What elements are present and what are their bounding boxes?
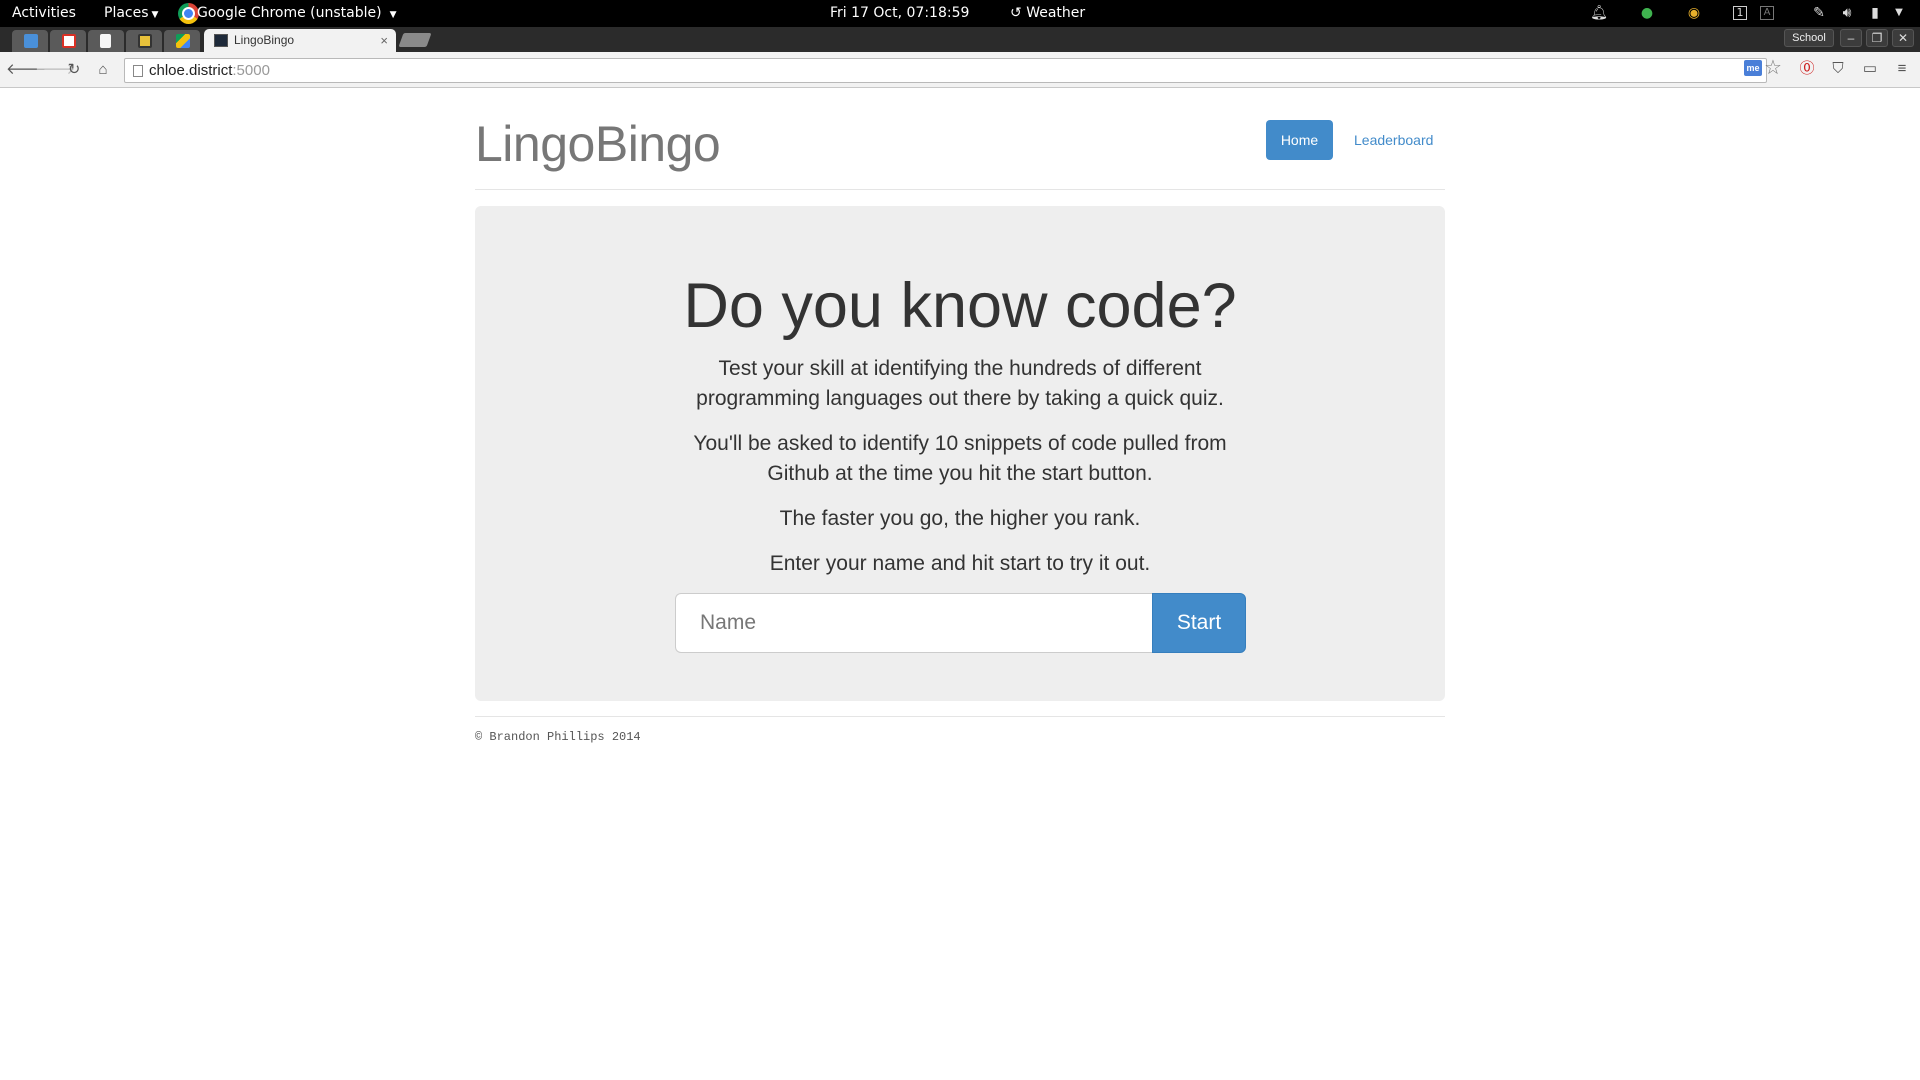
pinned-tab-1[interactable]: [12, 30, 48, 52]
hero-paragraph-3: The faster you go, the higher you rank.: [779, 507, 1141, 530]
chrome-app-icon: [178, 3, 199, 24]
app-menu-label: Google Chrome (unstable): [197, 5, 382, 21]
gmail-favicon-icon: [62, 34, 76, 48]
bell-icon[interactable]: 🔔︎: [1590, 4, 1608, 22]
activities-button[interactable]: Activities: [12, 0, 76, 27]
tab-lingobingo[interactable]: LingoBingo ×: [204, 29, 396, 52]
calendar-favicon-icon: [24, 34, 38, 48]
volume-icon[interactable]: 🔊︎: [1838, 4, 1856, 22]
pinned-tab-drive[interactable]: [164, 30, 200, 52]
places-label: Places: [104, 5, 149, 21]
page-icon: [133, 65, 143, 77]
terminal-favicon-icon: [214, 34, 228, 47]
page-container: LingoBingo Home Leaderboard Do you know …: [475, 89, 1445, 744]
new-tab-button[interactable]: [398, 33, 432, 47]
hangouts-icon[interactable]: ●: [1638, 4, 1656, 22]
nav-leaderboard-link[interactable]: Leaderboard: [1339, 120, 1448, 160]
document-favicon-icon: [100, 34, 111, 48]
profile-button[interactable]: School: [1784, 29, 1834, 47]
web-page: LingoBingo Home Leaderboard Do you know …: [0, 89, 1920, 1080]
system-top-bar: Activities Places ▼ Google Chrome (unstab…: [0, 0, 1920, 27]
app-menu[interactable]: Google Chrome (unstable) ▼: [197, 0, 397, 27]
keyboard-layout-icon[interactable]: A: [1760, 6, 1774, 20]
chevron-down-icon: ▼: [151, 10, 159, 20]
site-header: LingoBingo Home Leaderboard: [475, 89, 1445, 190]
cast-icon[interactable]: ▭: [1860, 59, 1880, 79]
battery-icon[interactable]: ▮: [1866, 4, 1884, 22]
address-bar[interactable]: chloe.district:5000: [124, 58, 1767, 83]
forward-icon[interactable]: 🡒: [35, 59, 75, 81]
places-menu[interactable]: Places ▼: [104, 0, 158, 27]
hero-paragraph-2: You'll be asked to identify 10 snippets …: [475, 429, 1445, 489]
drive-favicon-icon: [176, 34, 190, 48]
hero-title: Do you know code?: [683, 271, 1237, 341]
pinned-tab-docs[interactable]: [88, 30, 124, 52]
start-button[interactable]: Start: [1152, 593, 1246, 653]
network-icon[interactable]: ✎: [1810, 4, 1828, 22]
hero-paragraph-4: Enter your name and hit start to try it …: [769, 552, 1151, 575]
minimize-icon[interactable]: –: [1840, 29, 1862, 47]
clock[interactable]: Fri 17 Oct, 07:18:59: [830, 0, 969, 27]
back-icon[interactable]: 🡐: [6, 59, 46, 81]
url-text[interactable]: chloe.district:5000: [149, 59, 270, 82]
chevron-down-icon: ▼: [389, 10, 397, 20]
weather-label: Weather: [1026, 5, 1086, 21]
workspace-indicator-icon[interactable]: 1: [1733, 6, 1747, 20]
url-host: chloe.district: [149, 62, 233, 79]
adblock-extension-icon[interactable]: ⛉: [1828, 59, 1848, 79]
url-port: :5000: [232, 62, 270, 79]
site-footer: © Brandon Phillips 2014: [475, 716, 1445, 744]
tab-strip: LingoBingo × School – ❐ ✕: [0, 27, 1920, 52]
maximize-icon[interactable]: ❐: [1866, 29, 1888, 47]
hero-paragraph-1: Test your skill at identifying the hundr…: [475, 354, 1445, 414]
extension-me-icon[interactable]: me: [1744, 60, 1762, 76]
close-window-icon[interactable]: ✕: [1892, 29, 1914, 47]
hero-panel: Do you know code? Test your skill at ide…: [475, 206, 1445, 701]
chrome-tray-icon[interactable]: ◉: [1685, 4, 1703, 22]
pinned-tab-4[interactable]: [126, 30, 162, 52]
refresh-icon: ↺: [1010, 5, 1022, 21]
footer-copyright: © Brandon Phillips 2014: [475, 730, 641, 744]
shield-favicon-icon: [138, 34, 152, 48]
reload-icon[interactable]: ↻: [63, 59, 85, 81]
browser-toolbar: 🡐 🡒 ↻ ⌂ chloe.district:5000: [0, 52, 1920, 88]
nav-home-link[interactable]: Home: [1266, 120, 1333, 160]
hero-paragraph-2-text: You'll be asked to identify 10 snippets …: [693, 432, 1227, 485]
home-icon[interactable]: ⌂: [92, 59, 114, 81]
site-brand[interactable]: LingoBingo: [475, 115, 721, 173]
menu-icon[interactable]: ≡: [1892, 59, 1912, 79]
name-input[interactable]: [675, 593, 1152, 653]
hero-paragraph-1-text: Test your skill at identifying the hundr…: [696, 357, 1224, 410]
tab-title: LingoBingo: [234, 33, 295, 47]
close-tab-icon[interactable]: ×: [380, 29, 388, 52]
pinned-tab-gmail[interactable]: [50, 30, 86, 52]
system-menu-icon[interactable]: ▼: [1890, 4, 1908, 22]
star-icon[interactable]: ☆: [1764, 56, 1782, 80]
weather-indicator[interactable]: ↺ Weather: [1010, 0, 1085, 27]
start-form: Start: [675, 593, 1246, 653]
opera-extension-icon[interactable]: ⓪: [1797, 59, 1817, 79]
